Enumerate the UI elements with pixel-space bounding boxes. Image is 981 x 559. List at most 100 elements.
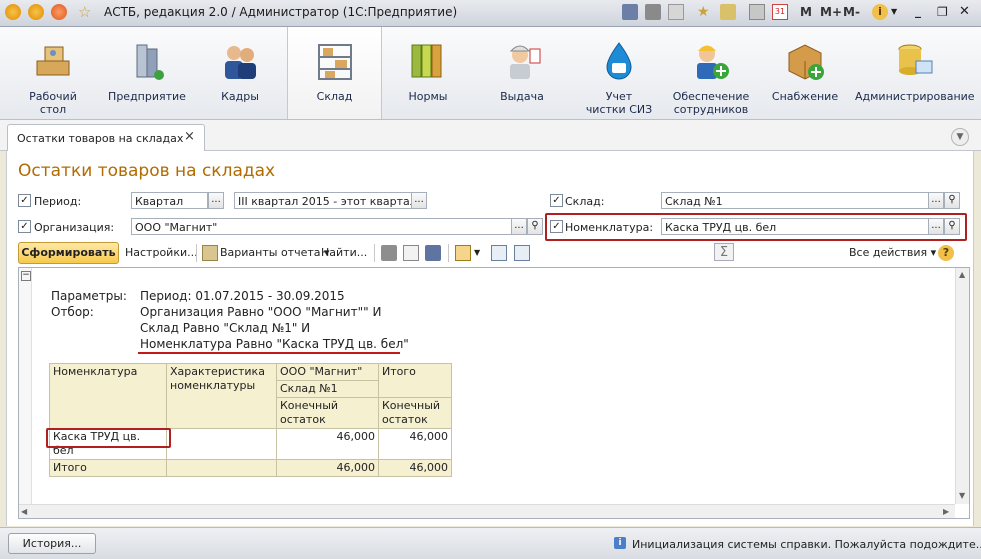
find-button[interactable]: Найти...	[321, 246, 367, 259]
building-icon	[125, 39, 169, 83]
period-kind-select[interactable]: Квартал	[131, 192, 208, 209]
nomenclature-label: Номенклатура:	[565, 221, 654, 234]
collapse-group-icon[interactable]: −	[21, 271, 31, 281]
add-favorites-icon[interactable]: ★	[697, 4, 713, 20]
section-label-2: чистки СИЗ	[585, 103, 653, 116]
status-message: Инициализация системы справки. Пожалуйст…	[632, 538, 981, 551]
calculator-icon[interactable]	[749, 4, 765, 20]
section-label: Нормы	[408, 90, 448, 103]
home-icon[interactable]	[51, 4, 67, 20]
warehouse-checkbox[interactable]: ✓	[550, 194, 563, 207]
row-characteristic[interactable]	[166, 428, 277, 460]
section-label: Склад	[316, 90, 353, 103]
generate-button[interactable]: Сформировать	[18, 242, 119, 264]
print-icon[interactable]	[381, 245, 397, 261]
organization-checkbox[interactable]: ✓	[18, 220, 31, 233]
open-windows-tabs: Остатки товаров на складах × ▼	[0, 120, 981, 151]
save-icon[interactable]	[622, 4, 638, 20]
section-employee-supply[interactable]: Обеспечение сотрудников	[667, 27, 755, 119]
mail-icon[interactable]	[455, 245, 471, 261]
report-spreadsheet[interactable]: − Параметры: Период: 01.07.2015 - 30.09.…	[18, 267, 970, 519]
history-button[interactable]: История...	[8, 533, 96, 554]
section-label: Предприятие	[108, 90, 186, 103]
organization-field[interactable]: ООО "Магнит"	[131, 218, 512, 235]
scroll-left-icon[interactable]: ◀	[21, 507, 27, 516]
page-title: Остатки товаров на складах	[18, 161, 276, 181]
filter-label: Отбор:	[51, 305, 94, 319]
section-label: Обеспечение	[672, 90, 750, 103]
report-table: Номенклатура Характеристика номенклатуры…	[49, 363, 452, 477]
print-preview-icon[interactable]	[403, 245, 419, 261]
settings-button[interactable]: Настройки...	[125, 246, 198, 259]
help-icon[interactable]: ?	[938, 245, 954, 261]
section-hr[interactable]: Кадры	[200, 27, 280, 119]
period-value-dots-button[interactable]: ...	[411, 192, 427, 209]
section-norms[interactable]: Нормы	[385, 27, 471, 119]
binders-icon	[406, 39, 450, 83]
period-checkbox[interactable]: ✓	[18, 194, 31, 207]
restore-icon[interactable]: ❐	[937, 4, 953, 20]
print-icon[interactable]	[645, 4, 661, 20]
memory-mplus-button[interactable]: M+	[820, 5, 842, 19]
warehouse-dots-button[interactable]: ...	[928, 192, 944, 209]
header-total: Итого	[378, 363, 452, 398]
tab-close-icon[interactable]: ×	[184, 129, 195, 144]
filter-line-organization: Организация Равно "ООО "Магнит"" И	[140, 305, 382, 319]
organization-dots-button[interactable]: ...	[511, 218, 527, 235]
warehouse-field[interactable]: Склад №1	[661, 192, 929, 209]
section-issuance[interactable]: Выдача	[478, 27, 566, 119]
mail-dropdown-icon[interactable]: ▼	[474, 248, 480, 257]
memory-m-button[interactable]: M	[800, 5, 812, 19]
all-actions-menu[interactable]: Все действия ▾	[849, 246, 936, 259]
copy-icon[interactable]	[491, 245, 507, 261]
minimize-icon[interactable]: _	[915, 4, 931, 20]
section-warehouse[interactable]: Склад	[287, 27, 382, 119]
database-icon	[892, 39, 936, 83]
people-icon	[218, 39, 262, 83]
section-administration[interactable]: Администрирование	[855, 27, 975, 119]
scroll-up-icon[interactable]: ▲	[959, 270, 965, 279]
row-total-value[interactable]: 46,000	[378, 428, 452, 460]
tab-stock-report[interactable]: Остатки товаров на складах ×	[7, 124, 205, 151]
section-supply[interactable]: Снабжение	[763, 27, 847, 119]
horizontal-scrollbar[interactable]: ◀ ▶	[19, 504, 955, 518]
memory-mminus-button[interactable]: M-	[843, 5, 860, 19]
dropdown-menu-icon[interactable]	[28, 4, 44, 20]
water-drop-icon	[597, 39, 641, 83]
organization-label: Организация:	[34, 221, 115, 234]
period-value-field[interactable]: III квартал 2015 - этот квартал	[234, 192, 412, 209]
preview-icon[interactable]	[668, 4, 684, 20]
report-variants-button[interactable]: Варианты отчета ▾	[220, 246, 330, 259]
close-icon[interactable]: ✕	[959, 4, 975, 20]
section-desktop[interactable]: Рабочий стол	[10, 27, 96, 119]
link-icon[interactable]	[720, 4, 736, 20]
nomenclature-checkbox[interactable]: ✓	[550, 220, 563, 233]
window-titlebar: ☆ АСТБ, редакция 2.0 / Администратор (1С…	[0, 0, 981, 27]
nomenclature-field[interactable]: Каска ТРУД цв. бел	[661, 218, 929, 235]
nomenclature-dots-button[interactable]: ...	[928, 218, 944, 235]
scroll-down-icon[interactable]: ▼	[959, 491, 965, 500]
section-ppe-cleaning[interactable]: Учет чистки СИЗ	[575, 27, 663, 119]
scroll-right-icon[interactable]: ▶	[943, 507, 949, 516]
save-icon[interactable]	[425, 245, 441, 261]
header-warehouse: Склад №1	[276, 380, 379, 398]
section-label: Выдача	[500, 90, 544, 103]
favorite-star-icon[interactable]: ☆	[78, 4, 94, 20]
row-org-value[interactable]: 46,000	[276, 428, 379, 460]
paste-icon[interactable]	[514, 245, 530, 261]
toolbar-separator	[196, 244, 197, 262]
app-menu-icon[interactable]	[5, 4, 21, 20]
section-enterprise[interactable]: Предприятие	[105, 27, 189, 119]
period-kind-dots-button[interactable]: ...	[208, 192, 224, 209]
organization-search-icon[interactable]: ⚲	[527, 218, 543, 235]
section-label: Администрирование	[855, 90, 975, 103]
vertical-scrollbar[interactable]: ▲ ▼	[955, 268, 969, 504]
chevron-down-icon[interactable]: ▼	[951, 128, 969, 146]
info-icon[interactable]: i	[872, 4, 888, 20]
nomenclature-search-icon[interactable]: ⚲	[944, 218, 960, 235]
calendar-icon[interactable]: 31	[772, 4, 788, 20]
warehouse-search-icon[interactable]: ⚲	[944, 192, 960, 209]
info-dropdown-icon[interactable]: ▼	[891, 4, 907, 20]
section-label: Снабжение	[771, 90, 839, 103]
sum-button[interactable]: Σ	[714, 243, 734, 261]
